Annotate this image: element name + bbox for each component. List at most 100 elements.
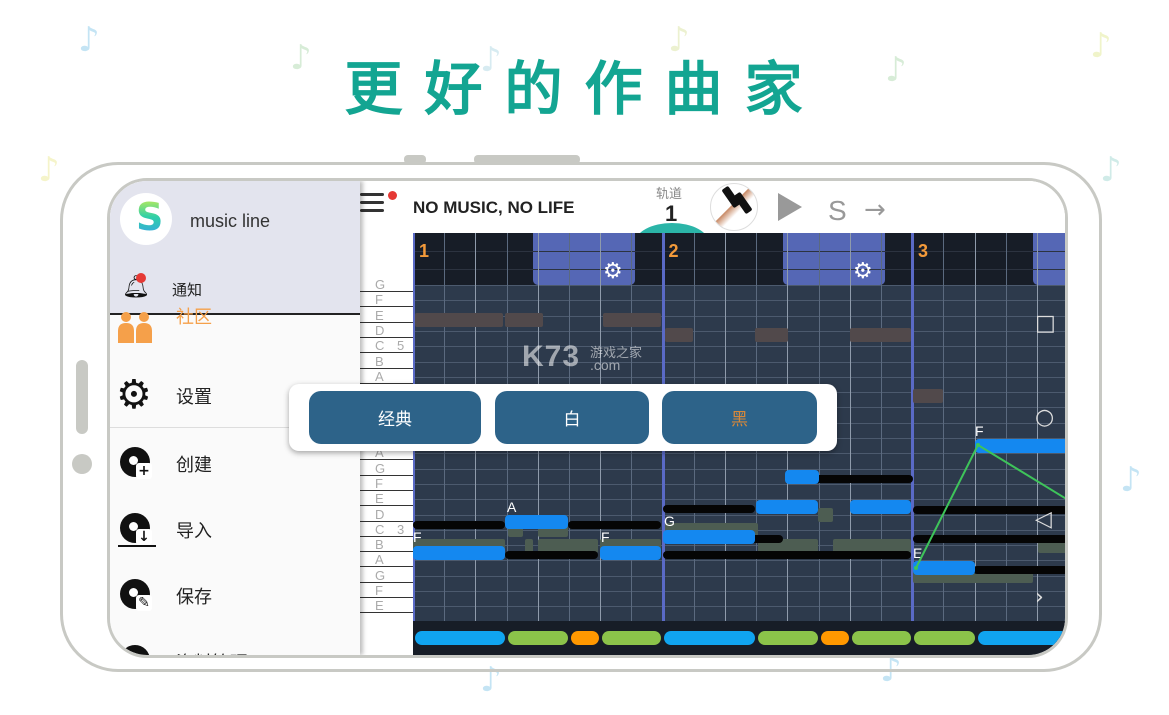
square-icon[interactable]: □ bbox=[1035, 311, 1056, 336]
app-logo: S bbox=[120, 193, 172, 245]
key-label: F bbox=[375, 475, 383, 491]
chord-block[interactable] bbox=[758, 631, 818, 645]
grid-row-line bbox=[413, 285, 1065, 286]
piano-instrument-icon[interactable] bbox=[710, 183, 758, 231]
measure-line bbox=[911, 233, 915, 655]
grid-row-line bbox=[413, 468, 1065, 470]
note-label: A bbox=[507, 499, 517, 515]
ghost-note bbox=[505, 313, 543, 327]
menu-label: 保存 bbox=[176, 587, 212, 608]
chord-block[interactable] bbox=[415, 631, 505, 645]
chord-block[interactable] bbox=[664, 631, 755, 645]
gear-icon[interactable]: ⚙ bbox=[603, 259, 623, 284]
circle-icon[interactable]: ○ bbox=[1035, 405, 1054, 430]
chevron-right-icon[interactable]: › bbox=[1035, 585, 1044, 610]
piano-key[interactable]: E bbox=[360, 308, 413, 323]
melody-note[interactable] bbox=[785, 470, 819, 484]
grid-row-line bbox=[413, 545, 1065, 547]
ghost-note bbox=[850, 328, 911, 342]
grid-row-line bbox=[413, 606, 1065, 608]
grid-row-line bbox=[413, 591, 1065, 592]
piano-key[interactable]: G bbox=[360, 277, 413, 292]
rest-line bbox=[663, 505, 755, 513]
piano-key[interactable]: F bbox=[360, 292, 413, 308]
disc-import-icon: ↓ bbox=[116, 509, 156, 549]
key-label: E bbox=[375, 307, 384, 323]
theme-black-button[interactable]: 黑 bbox=[662, 391, 817, 444]
chord-block[interactable] bbox=[914, 631, 975, 645]
piano-key[interactable]: G bbox=[360, 461, 413, 476]
piano-key[interactable]: G bbox=[360, 568, 413, 583]
phone-side-button bbox=[76, 360, 88, 434]
measure-number: 2 bbox=[668, 241, 679, 261]
piano-key[interactable]: E bbox=[360, 598, 413, 614]
disc-save-icon: ✎ bbox=[116, 575, 156, 615]
chord-block[interactable] bbox=[852, 631, 911, 645]
menu-item-import[interactable]: ↓ 导入 bbox=[110, 501, 360, 557]
melody-note[interactable] bbox=[600, 546, 661, 560]
disc-add-icon: + bbox=[116, 443, 156, 483]
menu-label: 创建 bbox=[176, 455, 212, 476]
key-label: D bbox=[375, 506, 385, 522]
piano-key[interactable]: B bbox=[360, 537, 413, 553]
key-label: B bbox=[375, 537, 384, 553]
melody-note[interactable] bbox=[413, 546, 505, 560]
piano-key[interactable]: E bbox=[360, 491, 413, 507]
piano-key[interactable]: F bbox=[360, 476, 413, 491]
measure-header[interactable] bbox=[413, 233, 1065, 285]
piano-key[interactable]: B bbox=[360, 354, 413, 369]
notification-dot bbox=[388, 191, 397, 200]
gear-icon: ⚙ bbox=[116, 372, 152, 418]
rest-line bbox=[568, 521, 661, 529]
piano-key[interactable]: A bbox=[360, 552, 413, 568]
chord-block[interactable] bbox=[508, 631, 568, 645]
solo-button[interactable]: S bbox=[828, 195, 847, 227]
melody-note[interactable] bbox=[663, 530, 755, 544]
melody-note[interactable] bbox=[505, 515, 568, 529]
melody-note[interactable] bbox=[975, 439, 1065, 453]
melody-note[interactable] bbox=[913, 561, 975, 575]
melody-note[interactable] bbox=[756, 500, 818, 514]
grid-row-line bbox=[413, 346, 1065, 348]
chord-block[interactable] bbox=[571, 631, 599, 645]
theme-white-button[interactable]: 白 bbox=[495, 391, 649, 444]
rest-line bbox=[663, 551, 911, 559]
theme-classic-button[interactable]: 经典 bbox=[309, 391, 481, 444]
key-label: A bbox=[375, 552, 384, 568]
headline: 更好的作曲家 bbox=[344, 55, 825, 123]
phone-side-button bbox=[72, 454, 92, 474]
piano-key[interactable]: D bbox=[360, 507, 413, 522]
drawer-header: S music line 🔔︎ 通知 bbox=[110, 181, 360, 315]
rest-line bbox=[913, 535, 1065, 543]
hamburger-menu-icon[interactable] bbox=[360, 193, 384, 215]
triangle-left-icon[interactable]: ◁ bbox=[1035, 507, 1052, 532]
watermark: K73 游戏之家 .com bbox=[522, 340, 642, 374]
music-note-decoration: ♪ bbox=[1100, 150, 1122, 190]
track-number[interactable]: 1 bbox=[665, 201, 677, 227]
chord-block[interactable] bbox=[978, 631, 1065, 645]
ghost-note bbox=[755, 328, 788, 342]
menu-label: 导入 bbox=[176, 521, 212, 542]
menu-item-community[interactable]: 社区 bbox=[110, 301, 360, 357]
ghost-note bbox=[665, 328, 693, 342]
key-label: F bbox=[375, 292, 383, 308]
menu-item-data-management[interactable]: 资料管理 bbox=[110, 633, 360, 655]
melody-note[interactable] bbox=[850, 500, 911, 514]
beat-line bbox=[849, 233, 851, 655]
rest-line bbox=[813, 475, 913, 483]
piano-key[interactable]: D bbox=[360, 323, 413, 338]
piano-key[interactable]: F bbox=[360, 583, 413, 598]
notification-dot bbox=[136, 273, 146, 283]
arrow-right-icon[interactable]: → bbox=[864, 195, 886, 225]
song-title[interactable]: NO MUSIC, NO LIFE bbox=[413, 198, 575, 218]
chord-block[interactable] bbox=[602, 631, 661, 645]
menu-item-save[interactable]: ✎ 保存 bbox=[110, 567, 360, 623]
gear-icon[interactable]: ⚙ bbox=[853, 259, 873, 284]
chord-block[interactable] bbox=[821, 631, 849, 645]
piano-key[interactable]: C3 bbox=[360, 522, 413, 537]
rest-line bbox=[505, 551, 598, 559]
note-label: F bbox=[975, 423, 984, 439]
play-icon[interactable] bbox=[778, 193, 802, 221]
piano-key[interactable]: C5 bbox=[360, 338, 413, 354]
piano-key[interactable]: A bbox=[360, 369, 413, 384]
